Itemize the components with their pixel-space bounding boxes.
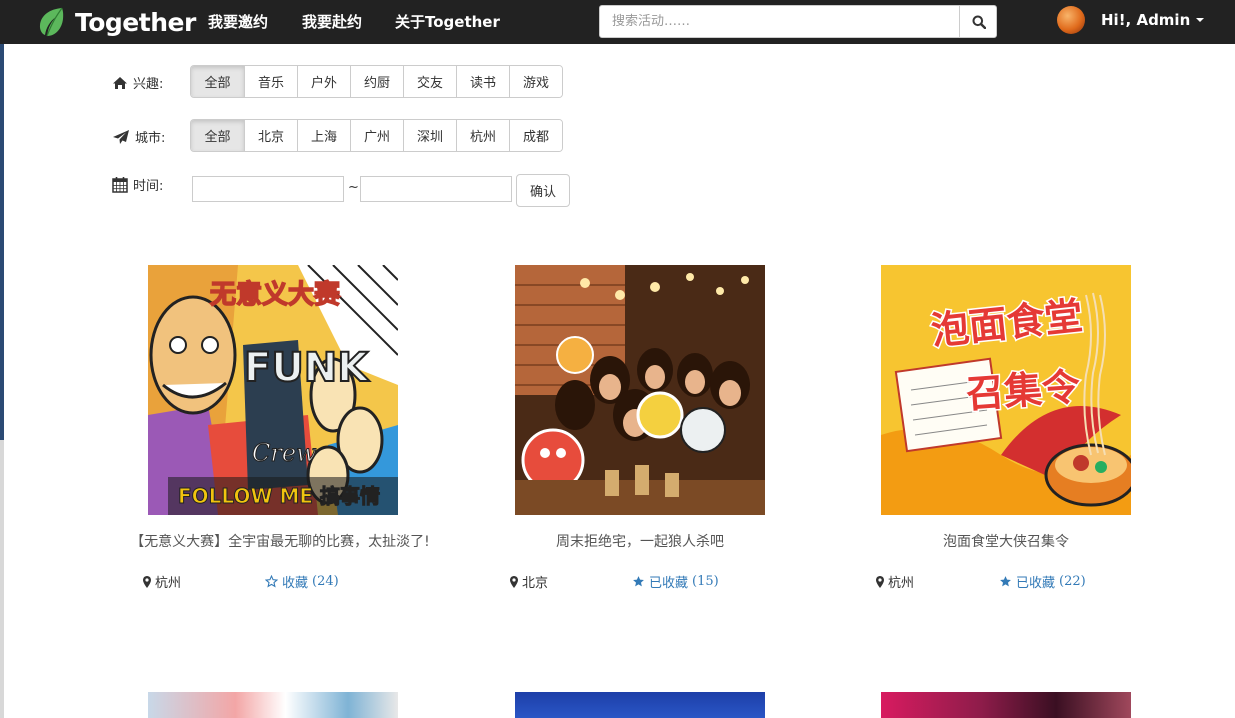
search-box: [599, 5, 997, 38]
activity-city-2-text: 北京: [522, 576, 549, 591]
interest-option-all[interactable]: 全部: [191, 66, 244, 97]
brand-name: Together: [75, 7, 196, 37]
activity-city-3: 杭州: [876, 572, 914, 591]
favorite-label-3: 已收藏: [1016, 576, 1056, 591]
activity-image-3[interactable]: 泡面食堂 召集令: [881, 265, 1131, 515]
map-marker-icon: [510, 575, 518, 588]
interest-option-outdoor[interactable]: 户外: [297, 66, 350, 97]
activity-image-4-partial[interactable]: [148, 692, 398, 718]
search-icon: [972, 15, 986, 29]
star-icon: [1000, 576, 1011, 587]
favorite-label-2: 已收藏: [649, 576, 689, 591]
star-icon: [633, 576, 644, 587]
city-option-hangzhou[interactable]: 杭州: [456, 120, 509, 151]
favorite-count-1: (24): [312, 574, 339, 589]
activity-title-1[interactable]: 【无意义大赛】全宇宙最无聊的比赛，太扯淡了!: [97, 531, 463, 551]
confirm-button[interactable]: 确认: [516, 174, 570, 207]
user-menu[interactable]: Hi!, Admin: [1057, 6, 1205, 34]
interest-label: 兴趣:: [112, 73, 163, 92]
activity-image-6-partial[interactable]: [881, 692, 1131, 718]
favorite-label-1: 收藏: [282, 576, 309, 591]
user-name: Hi!, Admin: [1101, 11, 1191, 29]
city-option-chengdu[interactable]: 成都: [509, 120, 562, 151]
favorite-toggle-1[interactable]: 收藏 (24): [265, 572, 339, 591]
navbar: Together 我要邀约 我要赴约 关于Together Hi!, Admin: [0, 0, 1235, 44]
brand[interactable]: Together: [36, 6, 196, 38]
start-date-input[interactable]: [192, 176, 344, 202]
city-label: 城市:: [112, 127, 165, 146]
activity-1-image-funk: FUNK: [244, 345, 370, 391]
nav-link-invite[interactable]: 我要邀约: [208, 11, 268, 32]
window-left-edge: [0, 0, 4, 718]
city-option-guangzhou[interactable]: 广州: [350, 120, 403, 151]
city-filter-group: 全部 北京 上海 广州 深圳 杭州 成都: [190, 119, 563, 152]
activity-1-image-crew: Crew: [252, 439, 317, 467]
paper-plane-icon: [113, 129, 129, 144]
date-separator: ~: [348, 180, 359, 195]
interest-label-text: 兴趣:: [133, 77, 164, 92]
activity-image-1[interactable]: 无意义大赛 FUNK Crew FOLLOW ME 搞事情: [148, 265, 398, 515]
chevron-down-icon: [1196, 18, 1205, 22]
interest-option-music[interactable]: 音乐: [244, 66, 297, 97]
interest-option-games[interactable]: 游戏: [509, 66, 562, 97]
activity-image-2[interactable]: [515, 265, 765, 515]
activity-city-1-text: 杭州: [155, 576, 182, 591]
city-option-beijing[interactable]: 北京: [244, 120, 297, 151]
activity-city-1: 杭州: [143, 572, 181, 591]
leaf-icon: [39, 7, 64, 37]
end-date-input[interactable]: [360, 176, 512, 202]
activity-city-3-text: 杭州: [888, 576, 915, 591]
city-option-shenzhen[interactable]: 深圳: [403, 120, 456, 151]
search-input[interactable]: [600, 6, 958, 37]
avatar: [1057, 6, 1085, 34]
nav-link-attend[interactable]: 我要赴约: [302, 11, 362, 32]
activity-1-image-title: 无意义大赛: [210, 279, 341, 310]
search-button[interactable]: [959, 6, 998, 37]
activity-image-5-partial[interactable]: [515, 692, 765, 718]
city-label-text: 城市:: [135, 131, 166, 146]
interest-option-social[interactable]: 交友: [403, 66, 456, 97]
star-empty-icon: [265, 575, 278, 588]
favorite-count-2: (15): [692, 574, 719, 589]
map-marker-icon: [876, 575, 884, 588]
home-icon: [113, 76, 127, 89]
favorite-count-3: (22): [1059, 574, 1086, 589]
activity-title-3[interactable]: 泡面食堂大侠召集令: [823, 531, 1189, 551]
interest-option-reading[interactable]: 读书: [456, 66, 509, 97]
favorite-toggle-3[interactable]: 已收藏 (22): [999, 572, 1086, 591]
activity-city-2: 北京: [510, 572, 548, 591]
interest-filter-group: 全部 音乐 户外 约厨 交友 读书 游戏: [190, 65, 563, 98]
activity-title-2[interactable]: 周末拒绝宅，一起狼人杀吧: [457, 531, 823, 551]
activity-1-image-follow: FOLLOW ME 搞事情: [178, 484, 380, 508]
time-label: 时间:: [112, 175, 163, 194]
city-option-shanghai[interactable]: 上海: [297, 120, 350, 151]
nav-link-about[interactable]: 关于Together: [395, 11, 500, 32]
map-marker-icon: [143, 575, 151, 588]
interest-option-cooking[interactable]: 约厨: [350, 66, 403, 97]
time-label-text: 时间:: [133, 179, 164, 194]
favorite-toggle-2[interactable]: 已收藏 (15): [632, 572, 719, 591]
calendar-icon: [112, 177, 128, 193]
activity-3-image-subtitle: 召集令: [965, 365, 1083, 417]
city-option-all[interactable]: 全部: [191, 120, 244, 151]
